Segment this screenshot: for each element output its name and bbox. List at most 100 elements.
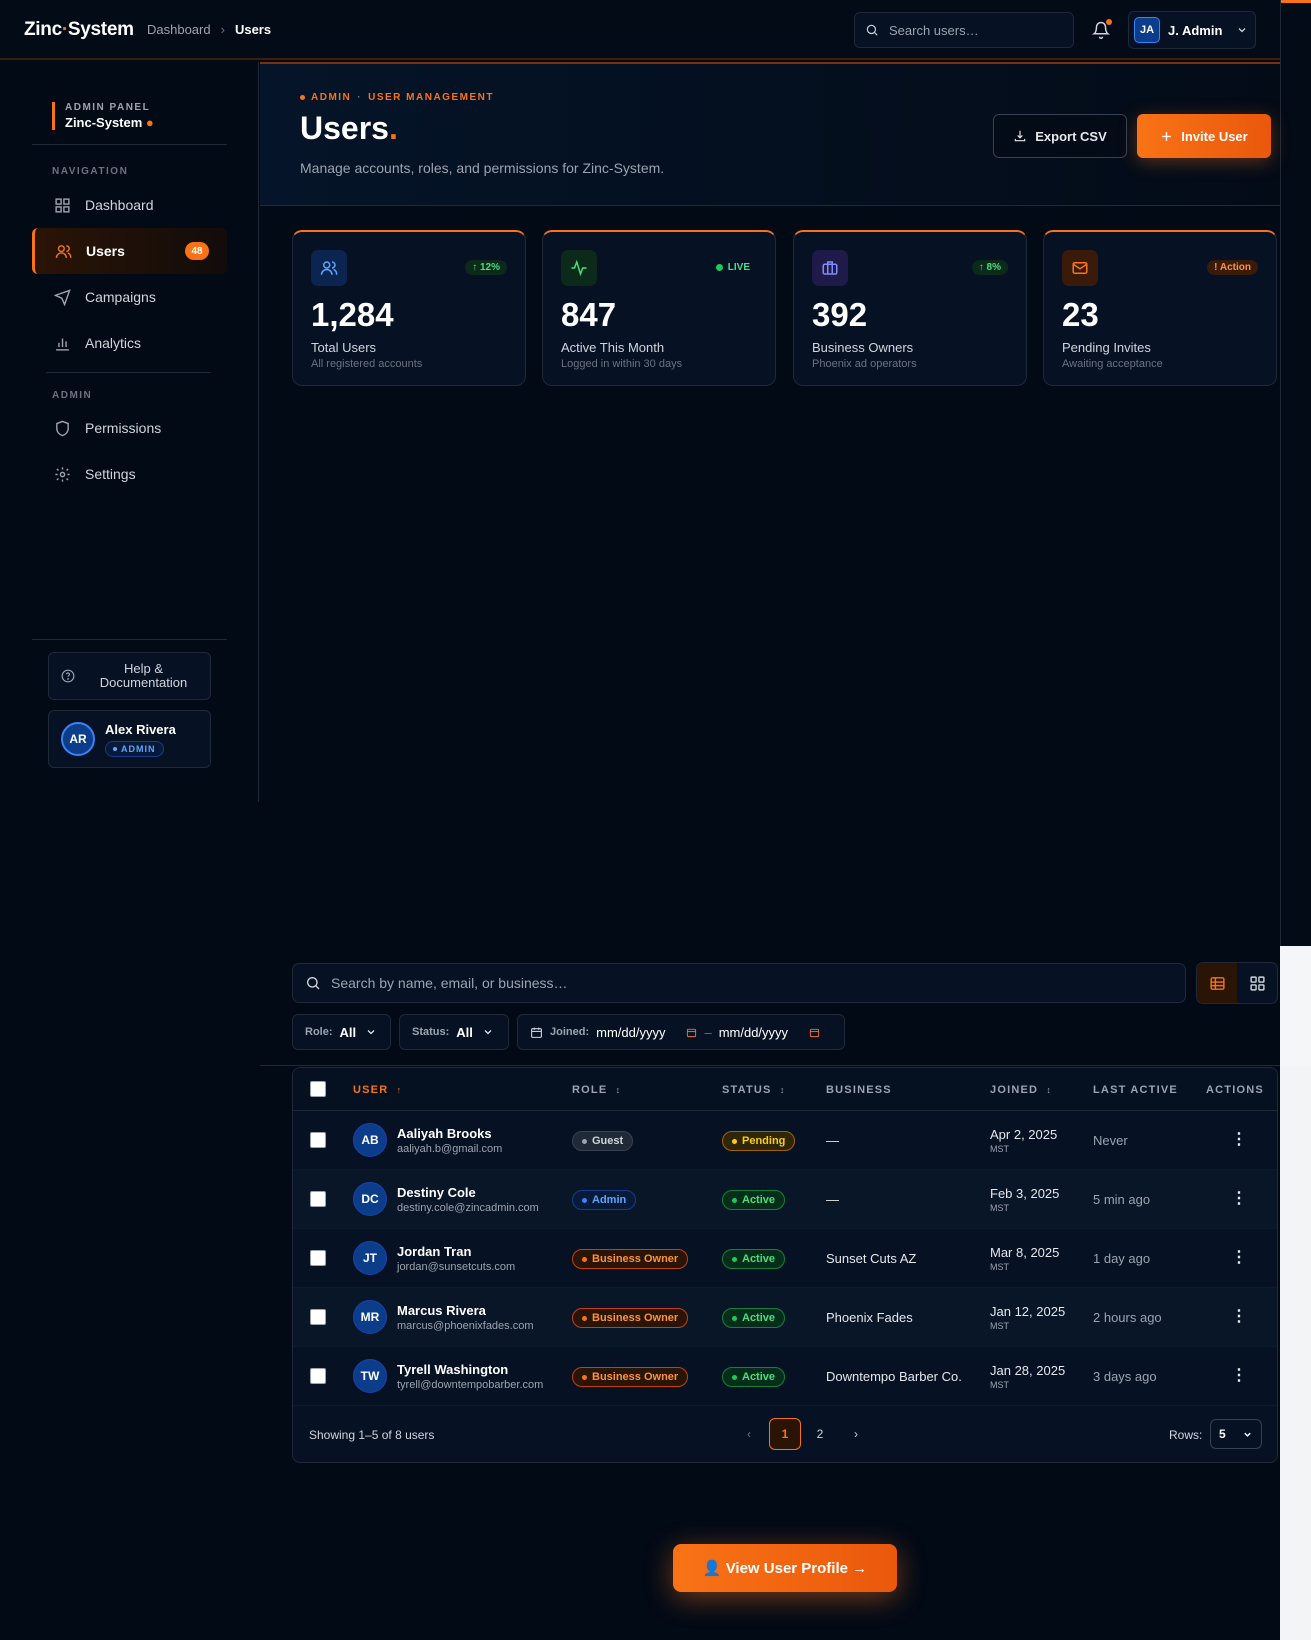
bar-chart-icon bbox=[56, 338, 69, 351]
user-menu-button[interactable]: JA J. Admin bbox=[1128, 11, 1256, 49]
column-role[interactable]: ROLE ↕ bbox=[572, 1084, 621, 1096]
stat-card-active-month: LIVE 847 Active This Month Logged in wit… bbox=[542, 230, 776, 386]
date-to-input[interactable]: mm/dd/yyyy bbox=[719, 1025, 788, 1040]
business-name: Downtempo Barber Co. bbox=[826, 1369, 962, 1384]
page-title: Users. bbox=[300, 110, 398, 146]
help-circle-icon bbox=[61, 669, 75, 683]
table-row[interactable]: JT Jordan Tran jordan@sunsetcuts.com Bus… bbox=[293, 1229, 1277, 1288]
plus-icon bbox=[1162, 131, 1172, 141]
joined-date: Feb 3, 2025 bbox=[990, 1186, 1060, 1201]
rows-per-page-select[interactable]: 5 bbox=[1210, 1419, 1262, 1449]
stat-desc: All registered accounts bbox=[311, 358, 423, 370]
user-name: Marcus Rivera bbox=[397, 1303, 486, 1318]
row-checkbox[interactable] bbox=[310, 1309, 326, 1325]
sidebar-profile[interactable]: AR Alex Rivera ADMIN bbox=[48, 710, 211, 768]
calendar-icon[interactable] bbox=[809, 1027, 820, 1038]
stat-value: 1,284 bbox=[311, 296, 394, 333]
role-badge: Guest bbox=[572, 1131, 634, 1151]
nav-heading: NAVIGATION bbox=[52, 166, 129, 177]
grid-icon bbox=[1249, 975, 1265, 991]
joined-date: Jan 28, 2025 bbox=[990, 1363, 1066, 1378]
avatar: AR bbox=[61, 722, 95, 756]
chevron-right-icon: › bbox=[220, 22, 225, 37]
stat-value: 23 bbox=[1062, 296, 1099, 333]
table-row[interactable]: MR Marcus Rivera marcus@phoenixfades.com… bbox=[293, 1288, 1277, 1347]
table-icon bbox=[1209, 976, 1225, 990]
column-joined[interactable]: JOINED ↕ bbox=[990, 1084, 1052, 1096]
shield-icon bbox=[56, 420, 69, 436]
profile-name: Alex Rivera bbox=[105, 721, 176, 737]
avatar: DC bbox=[353, 1182, 387, 1216]
page-2-button[interactable]: 2 bbox=[804, 1418, 836, 1450]
last-active: 5 min ago bbox=[1093, 1192, 1151, 1207]
help-documentation-button[interactable]: Help & Documentation bbox=[48, 652, 211, 700]
sidebar-item-permissions[interactable]: Permissions bbox=[32, 405, 227, 451]
breadcrumb-home[interactable]: Dashboard bbox=[147, 22, 211, 37]
table-search-input[interactable]: Search by name, email, or business… bbox=[292, 963, 1186, 1003]
page-1-button[interactable]: 1 bbox=[769, 1418, 801, 1450]
table-row[interactable]: DC Destiny Cole destiny.cole@zincadmin.c… bbox=[293, 1170, 1277, 1229]
row-checkbox[interactable] bbox=[310, 1368, 326, 1384]
rows-label: Rows: bbox=[1169, 1428, 1203, 1442]
stat-label: Total Users bbox=[311, 340, 377, 355]
role-filter-select[interactable]: Role: All bbox=[292, 1014, 391, 1050]
more-vertical-icon[interactable]: ⋮ bbox=[1231, 1249, 1247, 1267]
chevron-down-icon bbox=[367, 1030, 375, 1035]
app-logo[interactable]: Zinc·System bbox=[24, 19, 134, 41]
more-vertical-icon[interactable]: ⋮ bbox=[1231, 1190, 1247, 1208]
sidebar-item-dashboard[interactable]: Dashboard bbox=[32, 182, 227, 228]
sidebar-item-campaigns[interactable]: Campaigns bbox=[32, 274, 227, 320]
chevron-down-icon bbox=[484, 1030, 492, 1035]
global-search-input[interactable]: Search users… bbox=[854, 12, 1074, 48]
row-checkbox[interactable] bbox=[310, 1250, 326, 1266]
table-footer: Showing 1–5 of 8 users ‹ 1 2 › Rows: 5 bbox=[293, 1406, 1277, 1462]
calendar-icon bbox=[531, 1027, 542, 1038]
users-icon bbox=[55, 244, 72, 258]
row-checkbox[interactable] bbox=[310, 1191, 326, 1207]
side-drawer-edge bbox=[1280, 0, 1311, 946]
stat-desc: Phoenix ad operators bbox=[812, 358, 917, 370]
row-checkbox[interactable] bbox=[310, 1132, 326, 1148]
user-email: jordan@sunsetcuts.com bbox=[397, 1261, 516, 1273]
timezone: MST bbox=[990, 1144, 1009, 1154]
status-filter-select[interactable]: Status: All bbox=[399, 1014, 509, 1050]
sidebar-item-analytics[interactable]: Analytics bbox=[32, 320, 227, 366]
status-badge: Active bbox=[722, 1190, 786, 1210]
date-from-input[interactable]: mm/dd/yyyy bbox=[596, 1025, 665, 1040]
drawer-backdrop bbox=[1280, 946, 1311, 1066]
table-row[interactable]: TW Tyrell Washington tyrell@downtempobar… bbox=[293, 1347, 1277, 1406]
gear-icon bbox=[55, 466, 70, 482]
column-last-active: LAST ACTIVE bbox=[1093, 1084, 1178, 1096]
divider bbox=[32, 639, 227, 640]
more-vertical-icon[interactable]: ⋮ bbox=[1231, 1131, 1247, 1149]
timezone: MST bbox=[990, 1321, 1009, 1331]
prev-page-button[interactable]: ‹ bbox=[733, 1418, 765, 1450]
trend-badge: ↑ 12% bbox=[465, 260, 507, 275]
user-email: aaliyah.b@gmail.com bbox=[397, 1143, 503, 1155]
status-badge: Active bbox=[722, 1308, 786, 1328]
user-email: marcus@phoenixfades.com bbox=[397, 1320, 534, 1332]
search-icon bbox=[307, 977, 320, 990]
column-user[interactable]: USER ↑ bbox=[353, 1084, 402, 1096]
column-status[interactable]: STATUS ↕ bbox=[722, 1084, 786, 1096]
invite-user-button[interactable]: Invite User bbox=[1137, 114, 1271, 158]
user-menu-name: J. Admin bbox=[1168, 22, 1223, 38]
select-all-checkbox[interactable] bbox=[310, 1081, 326, 1097]
view-user-profile-button[interactable]: 👤 View User Profile → bbox=[673, 1544, 897, 1592]
export-csv-button[interactable]: Export CSV bbox=[993, 114, 1127, 158]
notifications-button[interactable] bbox=[1090, 19, 1112, 41]
more-vertical-icon[interactable]: ⋮ bbox=[1231, 1308, 1247, 1326]
table-row[interactable]: AB Aaliyah Brooks aaliyah.b@gmail.com Gu… bbox=[293, 1111, 1277, 1170]
next-page-button[interactable]: › bbox=[840, 1418, 872, 1450]
sidebar-item-settings[interactable]: Settings bbox=[32, 451, 227, 497]
calendar-icon[interactable] bbox=[686, 1027, 697, 1038]
page-subtitle: Manage accounts, roles, and permissions … bbox=[300, 160, 665, 176]
stat-value: 392 bbox=[812, 296, 868, 333]
status-badge: Pending bbox=[722, 1131, 796, 1151]
stat-card-business-owners: ↑ 8% 392 Business Owners Phoenix ad oper… bbox=[793, 230, 1027, 386]
grid-view-button[interactable] bbox=[1237, 963, 1277, 1003]
more-vertical-icon[interactable]: ⋮ bbox=[1231, 1367, 1247, 1385]
breadcrumb: Dashboard › Users bbox=[147, 22, 271, 37]
sidebar-item-users[interactable]: Users 48 bbox=[32, 228, 227, 274]
table-view-button[interactable] bbox=[1197, 963, 1237, 1003]
